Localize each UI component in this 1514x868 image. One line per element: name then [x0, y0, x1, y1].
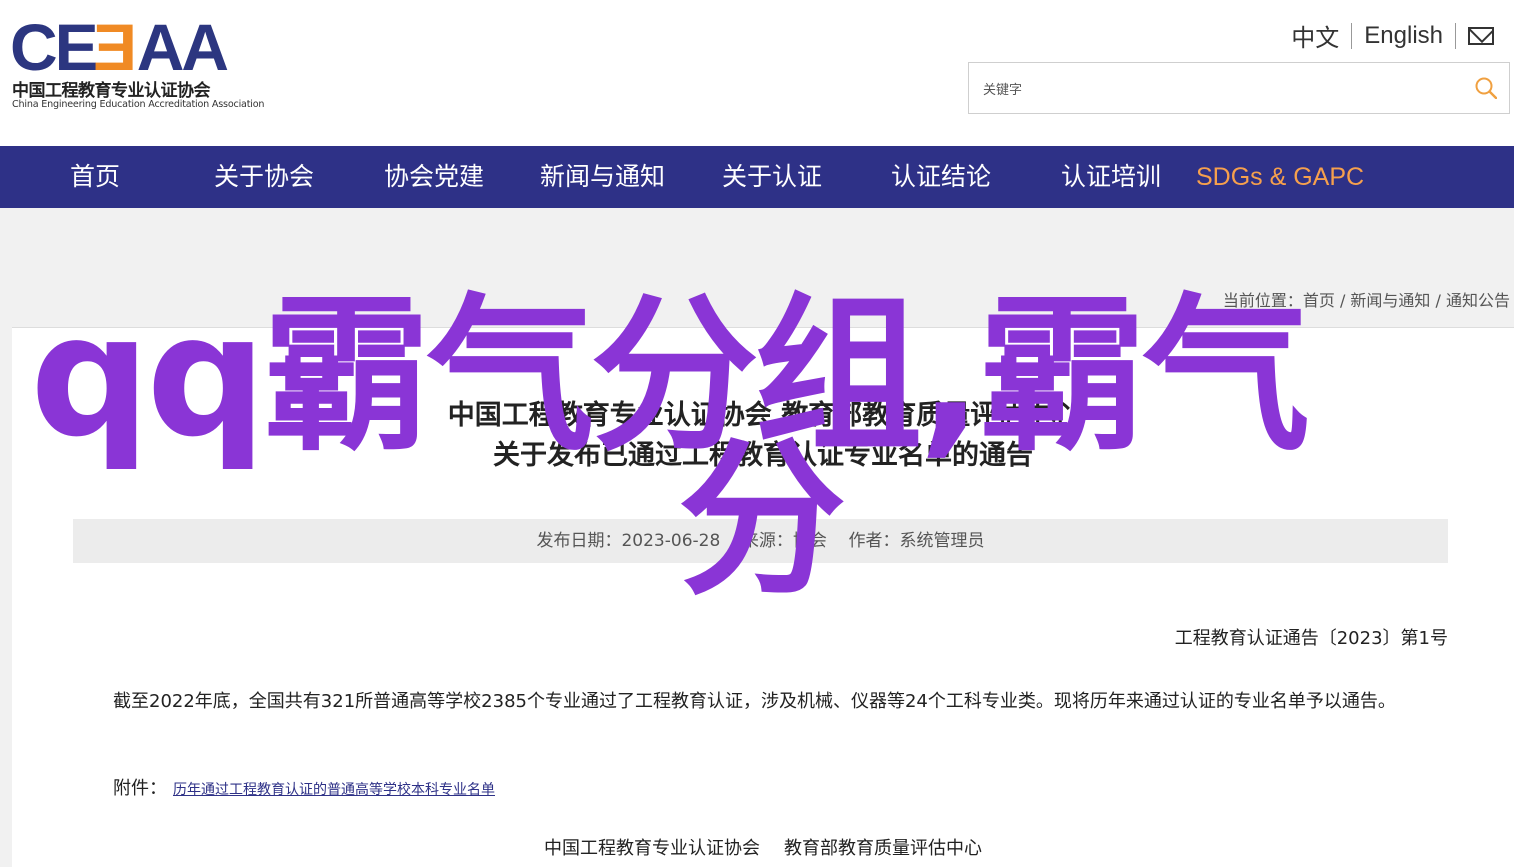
site-logo[interactable]: CEEAA 中国工程教育专业认证协会 China Engineering Edu…	[10, 10, 270, 114]
lang-chinese-link[interactable]: 中文	[1291, 18, 1339, 53]
lang-english-link[interactable]: English	[1364, 22, 1443, 50]
article-title-line2: 关于发布已通过工程教育认证专业名单的通告	[493, 440, 1033, 471]
logo-english-name: China Engineering Education Accreditatio…	[12, 99, 265, 110]
nav-about-accreditation[interactable]: 关于认证	[722, 146, 822, 208]
article-meta: 发布日期：2023-06-28 来源：协会 作者：系统管理员	[536, 531, 985, 551]
attachment-label: 附件：	[113, 778, 167, 799]
nav-sdgs-gapc[interactable]: SDGs & GAPC	[1196, 146, 1364, 208]
logo-mark: CEEAA	[10, 10, 229, 84]
lang-divider	[1351, 22, 1353, 49]
attachment-row: 附件： 历年通过工程教育认证的普通高等学校本科专业名单	[113, 774, 495, 800]
nav-news[interactable]: 新闻与通知	[540, 146, 665, 208]
nav-about-association[interactable]: 关于协会	[214, 146, 314, 208]
signature-center: 教育部教育质量评估中心	[784, 838, 982, 859]
language-switcher: 中文 English	[1291, 18, 1494, 53]
signature-row: 中国工程教育专业认证协会 教育部教育质量评估中心	[12, 834, 1514, 860]
nav-home[interactable]: 首页	[70, 146, 120, 208]
nav-party-building[interactable]: 协会党建	[384, 146, 484, 208]
search-input[interactable]	[981, 77, 1455, 103]
document-number: 工程教育认证通告〔2023〕第1号	[1174, 628, 1448, 649]
breadcrumb[interactable]: 当前位置：首页 / 新闻与通知 / 通知公告	[1223, 287, 1510, 311]
mail-icon[interactable]	[1468, 26, 1494, 45]
logo-chinese-name: 中国工程教育专业认证协会	[12, 81, 211, 101]
search-box	[968, 62, 1510, 114]
article-title-line1: 中国工程教育专业认证协会 教育部教育质量评估中心	[447, 400, 1079, 431]
article-container: 中国工程教育专业认证协会 教育部教育质量评估中心 关于发布已通过工程教育认证专业…	[12, 327, 1514, 868]
article-meta-bar: 发布日期：2023-06-28 来源：协会 作者：系统管理员	[73, 519, 1448, 563]
search-icon[interactable]	[1475, 77, 1497, 99]
nav-accreditation-results[interactable]: 认证结论	[891, 146, 991, 208]
nav-training[interactable]: 认证培训	[1061, 146, 1161, 208]
signature-association: 中国工程教育专业认证协会	[544, 838, 760, 859]
article-paragraph: 截至2022年底，全国共有321所普通高等学校2385个专业通过了工程教育认证，…	[113, 691, 1396, 712]
main-nav: 首页 关于协会 协会党建 新闻与通知 关于认证 认证结论 认证培训 SDGs &…	[0, 146, 1514, 208]
attachment-link[interactable]: 历年通过工程教育认证的普通高等学校本科专业名单	[173, 782, 495, 798]
lang-divider	[1455, 22, 1456, 49]
